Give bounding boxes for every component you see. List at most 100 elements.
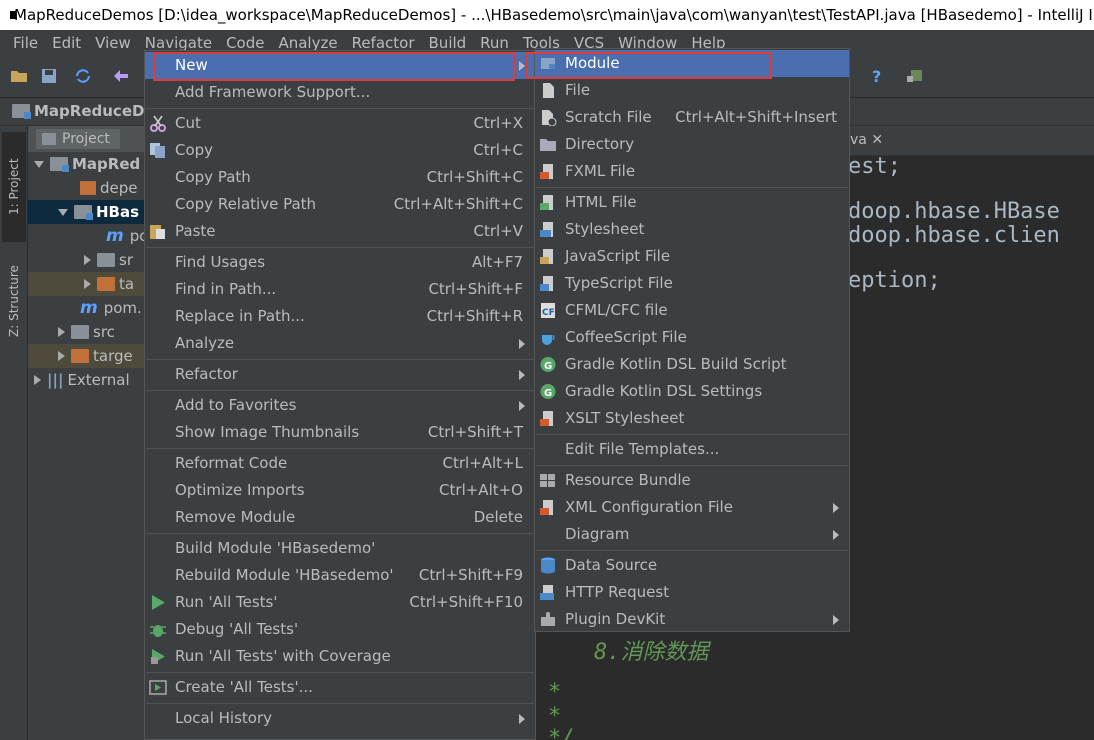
folder-icon — [97, 253, 115, 267]
title-bar: MapReduceDemos [D:\idea_workspace\MapRed… — [0, 0, 1094, 30]
tool-window-structure[interactable]: Z: Structure — [2, 246, 26, 356]
new-item-gradle-kotlin-settings[interactable]: G Gradle Kotlin DSL Settings — [535, 378, 849, 405]
collapse-arrow-icon[interactable] — [58, 351, 65, 361]
submenu-arrow-icon — [519, 714, 525, 724]
tree-node-hbasedemo[interactable]: HBas — [28, 200, 148, 224]
help-icon[interactable]: ? — [868, 68, 886, 84]
expand-arrow-icon[interactable] — [34, 160, 44, 168]
new-item-cfml-file[interactable]: CF CFML/CFC file — [535, 297, 849, 324]
new-item-diagram[interactable]: Diagram — [535, 521, 849, 548]
menu-item-debug-all-tests[interactable]: Debug 'All Tests' — [145, 616, 535, 643]
new-item-coffeescript-file[interactable]: CoffeeScript File — [535, 324, 849, 351]
menu-item-replace-in-path[interactable]: Replace in Path... Ctrl+Shift+R — [145, 303, 535, 330]
menu-item-find-usages[interactable]: Find Usages Alt+F7 — [145, 249, 535, 276]
new-item-edit-file-templates[interactable]: Edit File Templates... — [535, 436, 849, 463]
annotation-box-module — [526, 52, 772, 79]
collapse-arrow-icon[interactable] — [84, 279, 91, 289]
menu-item-create-all-tests[interactable]: Create 'All Tests'... — [145, 674, 535, 701]
html-icon — [540, 195, 553, 210]
undo-icon[interactable] — [112, 68, 130, 84]
collapse-arrow-icon[interactable] — [34, 375, 41, 385]
menu-item-rebuild-module[interactable]: Rebuild Module 'HBasedemo' Ctrl+Shift+F9 — [145, 562, 535, 589]
new-item-html-file[interactable]: HTML File — [535, 189, 849, 216]
project-icon — [42, 133, 56, 145]
menu-file[interactable]: File — [6, 30, 45, 56]
tree-node-label: src — [93, 323, 115, 341]
menu-item-copy-path[interactable]: Copy Path Ctrl+Shift+C — [145, 164, 535, 191]
menu-item-cut[interactable]: Cut Ctrl+X — [145, 110, 535, 137]
editor-tab[interactable]: va ✕ — [850, 132, 883, 148]
tree-node-pom[interactable]: m po — [28, 224, 148, 248]
svg-text:CF: CF — [542, 308, 555, 318]
breadcrumb[interactable]: MapReduceDe — [12, 102, 155, 120]
menu-item-analyze[interactable]: Analyze — [145, 330, 535, 357]
test-config-icon — [149, 680, 167, 695]
module-folder-icon — [12, 104, 31, 119]
tree-node-external-libraries[interactable]: ||| External — [28, 368, 148, 392]
menu-item-copy-relative-path[interactable]: Copy Relative Path Ctrl+Alt+Shift+C — [145, 191, 535, 218]
submenu-arrow-icon — [519, 401, 525, 411]
breadcrumb-project: MapReduceDe — [34, 102, 155, 120]
js-icon — [540, 249, 553, 264]
menu-item-find-in-path[interactable]: Find in Path... Ctrl+Shift+F — [145, 276, 535, 303]
menu-item-reformat-code[interactable]: Reformat Code Ctrl+Alt+L — [145, 450, 535, 477]
menu-item-build-module[interactable]: Build Module 'HBasedemo' — [145, 535, 535, 562]
new-item-resource-bundle[interactable]: Resource Bundle — [535, 467, 849, 494]
new-item-plugin-devkit[interactable]: Plugin DevKit — [535, 606, 849, 633]
close-tab-icon[interactable]: ✕ — [871, 132, 883, 148]
sync-icon[interactable] — [74, 68, 92, 84]
tree-node-project[interactable]: MapRed — [28, 152, 148, 176]
menu-item-optimize-imports[interactable]: Optimize Imports Ctrl+Alt+O — [145, 477, 535, 504]
tree-node-dependency[interactable]: depe — [28, 176, 148, 200]
gradle-icon: G — [540, 357, 556, 372]
menu-item-run-with-coverage[interactable]: Run 'All Tests' with Coverage — [145, 643, 535, 670]
menu-item-add-framework-support[interactable]: Add Framework Support... — [145, 79, 535, 106]
new-item-scratch-file[interactable]: Scratch File Ctrl+Alt+Shift+Insert — [535, 104, 849, 131]
folder-icon — [71, 325, 89, 339]
paste-icon — [150, 225, 165, 239]
menu-edit[interactable]: Edit — [45, 30, 88, 56]
menu-item-add-to-favorites[interactable]: Add to Favorites — [145, 392, 535, 419]
menu-item-local-history[interactable]: Local History — [145, 705, 535, 732]
menu-view[interactable]: View — [88, 30, 138, 56]
new-item-gradle-kotlin-build-script[interactable]: G Gradle Kotlin DSL Build Script — [535, 351, 849, 378]
gradle-icon: G — [540, 384, 556, 399]
new-item-fxml-file[interactable]: FXML File — [535, 158, 849, 185]
tool-window-project[interactable]: 1: Project — [2, 132, 26, 242]
menu-item-run-all-tests[interactable]: Run 'All Tests' Ctrl+Shift+F10 — [145, 589, 535, 616]
expand-arrow-icon[interactable] — [58, 208, 68, 216]
collapse-arrow-icon[interactable] — [84, 255, 91, 265]
code-comment-line: 8.消除数据 — [594, 640, 709, 665]
tree-node-root-target[interactable]: targe — [28, 344, 148, 368]
tree-node-root-pom[interactable]: m pom. — [28, 296, 148, 320]
new-item-javascript-file[interactable]: JavaScript File — [535, 243, 849, 270]
menu-item-refactor[interactable]: Refactor — [145, 361, 535, 388]
annotation-box-new — [153, 52, 515, 81]
css-icon — [540, 222, 553, 237]
fxml-icon — [540, 164, 553, 179]
svg-text:?: ? — [872, 68, 881, 84]
tree-node-target[interactable]: ta — [28, 272, 148, 296]
tree-node-root-src[interactable]: src — [28, 320, 148, 344]
new-item-http-request[interactable]: HTTP Request — [535, 579, 849, 606]
new-item-stylesheet[interactable]: Stylesheet — [535, 216, 849, 243]
new-item-typescript-file[interactable]: TypeScript File — [535, 270, 849, 297]
menu-item-paste[interactable]: Paste Ctrl+V — [145, 218, 535, 245]
svg-text:G: G — [544, 388, 552, 399]
plugin-toolbar-icon[interactable] — [906, 68, 924, 84]
save-icon[interactable] — [40, 68, 58, 84]
menu-item-show-image-thumbnails[interactable]: Show Image Thumbnails Ctrl+Shift+T — [145, 419, 535, 446]
new-item-xslt-stylesheet[interactable]: XSLT Stylesheet — [535, 405, 849, 432]
open-folder-icon[interactable] — [10, 68, 28, 84]
submenu-arrow-icon — [833, 530, 839, 540]
collapse-arrow-icon[interactable] — [58, 327, 65, 337]
new-item-file[interactable]: File — [535, 77, 849, 104]
menu-item-remove-module[interactable]: Remove Module Delete — [145, 504, 535, 531]
file-icon — [543, 83, 554, 98]
new-item-data-source[interactable]: Data Source — [535, 552, 849, 579]
new-item-xml-configuration-file[interactable]: XML Configuration File — [535, 494, 849, 521]
project-view-selector[interactable]: Project — [36, 129, 120, 149]
tree-node-src[interactable]: sr — [28, 248, 148, 272]
new-item-directory[interactable]: Directory — [535, 131, 849, 158]
menu-item-copy[interactable]: Copy Ctrl+C — [145, 137, 535, 164]
